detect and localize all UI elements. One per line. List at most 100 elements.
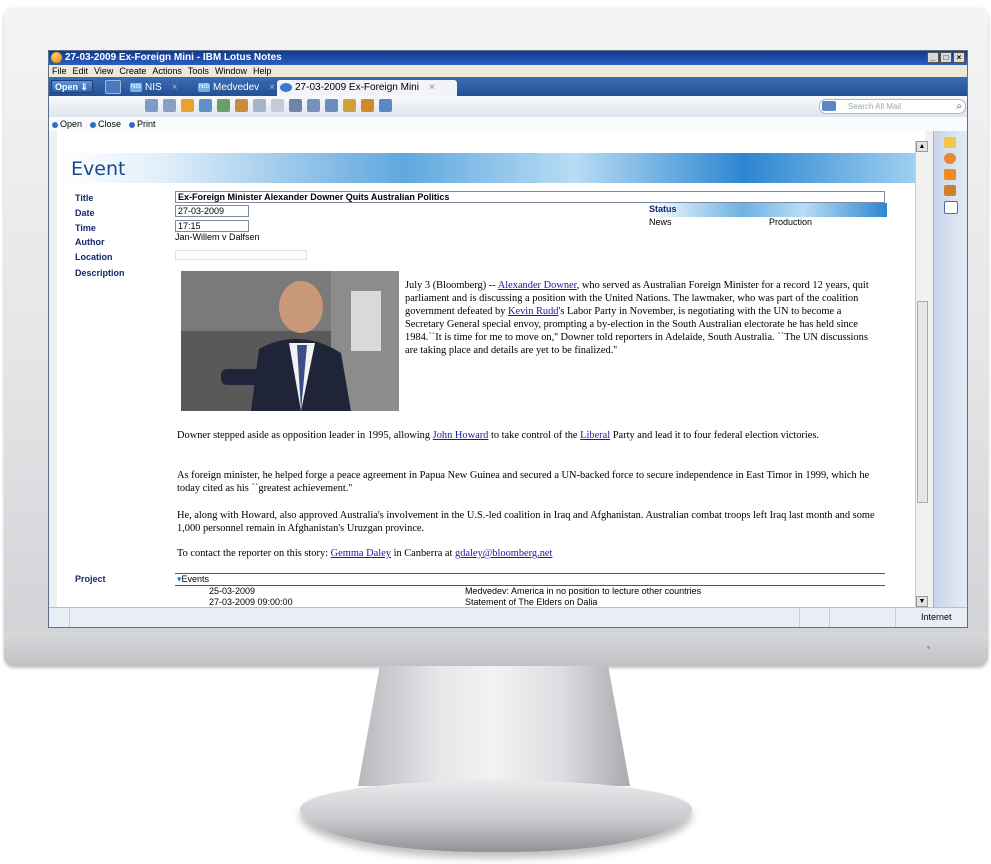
forward-icon[interactable]	[253, 99, 266, 112]
p2-text-c: Party and lead it to four federal electi…	[610, 430, 820, 441]
document-icon	[280, 83, 292, 92]
status-up-icon[interactable]	[799, 608, 830, 627]
folder-icon[interactable]	[235, 99, 248, 112]
internet-zone-label: Internet	[921, 612, 952, 622]
table-row[interactable]: 27-03-2009 09:00:00 Statement of The Eld…	[175, 597, 885, 607]
window-icon[interactable]	[379, 99, 392, 112]
search-icon[interactable]: ⌕	[956, 100, 962, 113]
sametime-icon[interactable]	[944, 153, 956, 164]
window-titlebar[interactable]: 27-03-2009 Ex-Foreign Mini - IBM Lotus N…	[49, 51, 967, 65]
status-category: News	[649, 217, 672, 227]
date-label: Date	[75, 208, 95, 218]
scroll-thumb[interactable]	[917, 301, 928, 503]
p5-text-b: in Canberra at	[390, 548, 456, 559]
bullet-icon	[90, 121, 97, 128]
close-button[interactable]: ×	[953, 52, 965, 63]
tab-label: NIS	[145, 82, 162, 93]
reply-icon[interactable]	[325, 99, 338, 112]
menu-help[interactable]: Help	[253, 65, 272, 77]
menu-actions[interactable]: Actions	[152, 65, 182, 77]
print-icon[interactable]	[163, 99, 176, 112]
properties-icon[interactable]	[181, 99, 194, 112]
widget-icon[interactable]	[944, 201, 958, 214]
menu-create[interactable]: Create	[119, 65, 146, 77]
project-category-events[interactable]: ▾Events	[175, 573, 885, 586]
status-key-icon[interactable]	[829, 608, 896, 627]
bookmark-icon[interactable]	[343, 99, 356, 112]
nis-icon: NIS	[130, 83, 142, 92]
vertical-scrollbar[interactable]: ▲ ▼	[915, 141, 928, 607]
article-paragraph-2: Downer stepped aside as opposition leade…	[177, 429, 881, 442]
home-tab-icon[interactable]	[105, 80, 121, 94]
location-field[interactable]	[175, 250, 307, 260]
menu-window[interactable]: Window	[215, 65, 247, 77]
search-scope-icon[interactable]	[822, 101, 836, 111]
lotus-notes-icon	[51, 52, 62, 63]
downer-photo-image	[181, 271, 399, 411]
link-gemma-daley[interactable]: Gemma Daley	[331, 548, 391, 559]
menu-file[interactable]: File	[52, 65, 67, 77]
feeds-icon[interactable]	[944, 169, 956, 180]
tab-label: 27-03-2009 Ex-Foreign Mini	[295, 82, 419, 93]
time-field[interactable]: 17:15	[175, 220, 249, 232]
date-field[interactable]: 27-03-2009	[175, 205, 249, 217]
link-liberal[interactable]: Liberal	[580, 430, 610, 441]
menu-edit[interactable]: Edit	[73, 65, 89, 77]
search-input[interactable]: Search All Mail	[848, 100, 901, 113]
maximize-button[interactable]: □	[940, 52, 952, 63]
edit-icon[interactable]	[199, 99, 212, 112]
tab-label: Medvedev	[213, 82, 260, 93]
link-john-howard[interactable]: John Howard	[433, 430, 489, 441]
tab-medvedev[interactable]: NIS Medvedev ×	[195, 80, 279, 96]
table-row[interactable]: 25-03-2009 Medvedev: America in no posit…	[175, 586, 885, 597]
tab-close-icon[interactable]: ×	[269, 82, 275, 93]
event-banner	[63, 153, 915, 183]
status-label: Status	[649, 204, 677, 214]
monitor-chin	[4, 632, 988, 666]
tag-icon[interactable]	[217, 99, 230, 112]
p2-text-b: to take control of the	[488, 430, 581, 441]
title-field[interactable]: Ex-Foreign Minister Alexander Downer Qui…	[175, 191, 885, 203]
article-paragraph-4: He, along with Howard, also approved Aus…	[177, 510, 875, 534]
search-box[interactable]: Search All Mail ⌕	[819, 99, 966, 114]
tab-close-icon[interactable]: ×	[172, 82, 178, 93]
menu-view[interactable]: View	[94, 65, 113, 77]
description-body[interactable]: July 3 (Bloomberg) -- Alexander Downer, …	[175, 263, 885, 559]
open-action[interactable]: Open	[52, 117, 82, 131]
copy-icon[interactable]	[307, 99, 320, 112]
status-band	[647, 203, 887, 217]
tab-nis[interactable]: NIS NIS ×	[127, 80, 193, 96]
tab-current-document[interactable]: 27-03-2009 Ex-Foreign Mini ×	[277, 80, 457, 96]
bullet-icon	[52, 121, 58, 128]
minimize-button[interactable]: _	[927, 52, 939, 63]
find-icon[interactable]	[289, 99, 302, 112]
title-label: Title	[75, 193, 94, 203]
open-button[interactable]: Open ⇓	[51, 80, 93, 93]
star-icon[interactable]	[944, 137, 956, 148]
action-bar: Open Close Print	[49, 117, 967, 132]
time-label: Time	[75, 223, 96, 233]
new-icon[interactable]	[145, 99, 158, 112]
form-heading: Event	[71, 158, 126, 180]
print-action-label: Print	[137, 119, 156, 129]
p5-text-a: To contact the reporter on this story:	[177, 548, 331, 559]
print-action[interactable]: Print	[129, 117, 156, 131]
document-form: Event Title Ex-Foreign Minister Alexande…	[57, 131, 925, 607]
power-led	[927, 646, 930, 649]
close-action[interactable]: Close	[90, 117, 121, 131]
activities-icon[interactable]	[944, 185, 956, 196]
menu-tools[interactable]: Tools	[188, 65, 209, 77]
briefcase-icon[interactable]	[361, 99, 374, 112]
author-label: Author	[75, 237, 105, 247]
article-photo	[181, 271, 399, 411]
close-action-label: Close	[98, 119, 122, 129]
project-label: Project	[75, 574, 106, 584]
tab-close-icon[interactable]: ×	[429, 82, 435, 93]
article-paragraph-5: To contact the reporter on this story: G…	[177, 547, 881, 560]
scroll-down-icon[interactable]: ▼	[916, 596, 928, 607]
scroll-up-icon[interactable]: ▲	[916, 141, 928, 152]
link-email[interactable]: gdaley@bloomberg.net	[455, 548, 552, 559]
link-alexander-downer[interactable]: Alexander Downer	[498, 280, 577, 291]
link-kevin-rudd[interactable]: Kevin Rudd	[508, 306, 559, 317]
toolbar: Search All Mail ⌕	[49, 96, 967, 118]
